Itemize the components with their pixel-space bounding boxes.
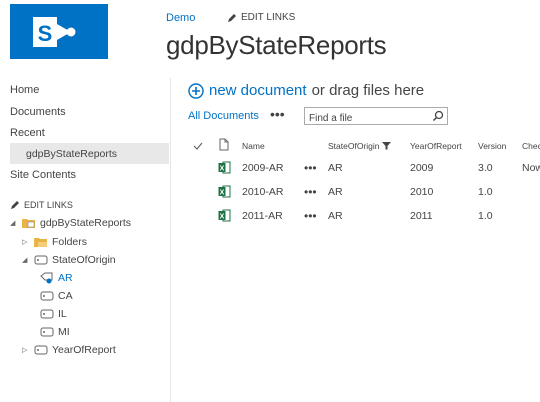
tree-item-state-ar[interactable]: AR [40, 272, 73, 284]
expanded-triangle-icon[interactable]: ◢ [10, 219, 18, 227]
row-menu-button[interactable]: ••• [304, 209, 317, 223]
table-row-name[interactable]: 2011-AR [242, 210, 283, 222]
column-header-version[interactable]: Version [478, 141, 506, 151]
tree-item-state-ca[interactable]: CA [40, 290, 73, 302]
nav-item-documents[interactable]: Documents [10, 106, 66, 118]
view-more-button[interactable]: ••• [270, 106, 285, 122]
nav-item-site-contents[interactable]: Site Contents [10, 169, 76, 181]
search-box[interactable] [304, 107, 448, 127]
tree-root-label: gdpByStateReports [40, 217, 132, 229]
select-all-checkmark-icon[interactable] [193, 141, 203, 151]
collapsed-triangle-icon[interactable]: ▷ [22, 238, 30, 246]
tree-item-stateoforigin-label: StateOfOrigin [52, 254, 116, 266]
tree-item-stateoforigin[interactable]: ◢ StateOfOrigin [22, 254, 116, 266]
tree-root[interactable]: ◢ gdpByStateReports [10, 217, 131, 229]
search-icon[interactable] [432, 110, 444, 122]
nav-item-recent[interactable]: Recent [10, 127, 45, 139]
nav-item-home[interactable]: Home [10, 84, 39, 96]
tag-icon [40, 309, 54, 319]
page-title: gdpByStateReports [166, 30, 387, 60]
table-row-state: AR [328, 210, 343, 222]
sharepoint-logo[interactable]: S [10, 4, 108, 59]
tag-icon [40, 327, 54, 337]
svg-text:X: X [220, 190, 225, 197]
tree-item-state-mi[interactable]: MI [40, 326, 70, 338]
view-all-documents[interactable]: All Documents [188, 110, 259, 122]
metadata-field-icon [34, 255, 48, 265]
table-row-state: AR [328, 186, 343, 198]
column-header-stateoforigin-label: StateOfOrigin [328, 141, 380, 151]
tree-item-folders-label: Folders [52, 236, 88, 248]
tree-item-state-il[interactable]: IL [40, 308, 67, 320]
new-document-area[interactable]: new document or drag files here [188, 82, 424, 99]
table-row-year: 2010 [410, 186, 434, 198]
excel-file-icon: X [218, 209, 231, 222]
pencil-icon [228, 13, 236, 22]
svg-text:X: X [220, 166, 225, 173]
collapsed-triangle-icon[interactable]: ▷ [22, 346, 30, 354]
document-type-icon [219, 138, 229, 151]
excel-file-icon: X [218, 185, 231, 198]
column-header-stateoforigin[interactable]: StateOfOrigin [328, 141, 391, 151]
table-row-year: 2011 [410, 210, 433, 222]
row-menu-button[interactable]: ••• [304, 185, 317, 199]
nav-divider [170, 78, 171, 402]
table-row-version: 1.0 [478, 186, 493, 198]
metadata-field-icon [34, 345, 48, 355]
search-input[interactable] [305, 110, 429, 127]
table-row-name[interactable]: 2010-AR [242, 186, 283, 198]
add-circle-icon[interactable] [188, 82, 204, 99]
expanded-triangle-icon[interactable]: ◢ [22, 256, 30, 264]
column-header-yearofreport[interactable]: YearOfReport [410, 141, 462, 151]
table-row-name[interactable]: 2009-AR [242, 162, 283, 174]
tree-item-state-il-label: IL [58, 308, 67, 320]
tree-item-yearofreport-label: YearOfReport [52, 344, 116, 356]
tree-item-state-ca-label: CA [58, 290, 73, 302]
tag-selected-icon [40, 272, 53, 284]
tree-item-state-mi-label: MI [58, 326, 70, 338]
edit-links-top-label: EDIT LINKS [241, 12, 296, 23]
column-header-checked[interactable]: Chec [522, 141, 540, 151]
folders-icon [34, 238, 47, 247]
nav-item-recent-gdpbystatereports[interactable]: gdpByStateReports [26, 148, 117, 160]
tree-item-state-ar-label: AR [58, 272, 73, 284]
drag-files-text: or drag files here [311, 82, 425, 99]
edit-links-nav[interactable]: EDIT LINKS [10, 200, 73, 210]
svg-text:X: X [220, 214, 225, 221]
column-header-name[interactable]: Name [242, 141, 265, 151]
filter-icon[interactable] [381, 141, 391, 150]
table-row-year: 2009 [410, 162, 434, 174]
excel-file-icon: X [218, 161, 231, 174]
edit-links-top[interactable]: EDIT LINKS [227, 12, 295, 23]
new-document-link[interactable]: new document [209, 82, 307, 99]
tag-icon [40, 291, 54, 301]
library-icon [22, 219, 35, 228]
table-row-version: 1.0 [478, 210, 493, 222]
svg-text:S: S [38, 21, 53, 46]
tree-item-folders[interactable]: ▷ Folders [22, 236, 87, 248]
edit-links-nav-label: EDIT LINKS [24, 200, 73, 210]
sharepoint-s-icon: S [33, 17, 76, 47]
site-link-demo[interactable]: Demo [166, 12, 195, 24]
table-row-version: 3.0 [478, 162, 493, 174]
pencil-icon [11, 201, 19, 209]
table-row-checked: Now [522, 162, 540, 174]
tree-item-yearofreport[interactable]: ▷ YearOfReport [22, 344, 116, 356]
table-row-state: AR [328, 162, 343, 174]
row-menu-button[interactable]: ••• [304, 161, 317, 175]
